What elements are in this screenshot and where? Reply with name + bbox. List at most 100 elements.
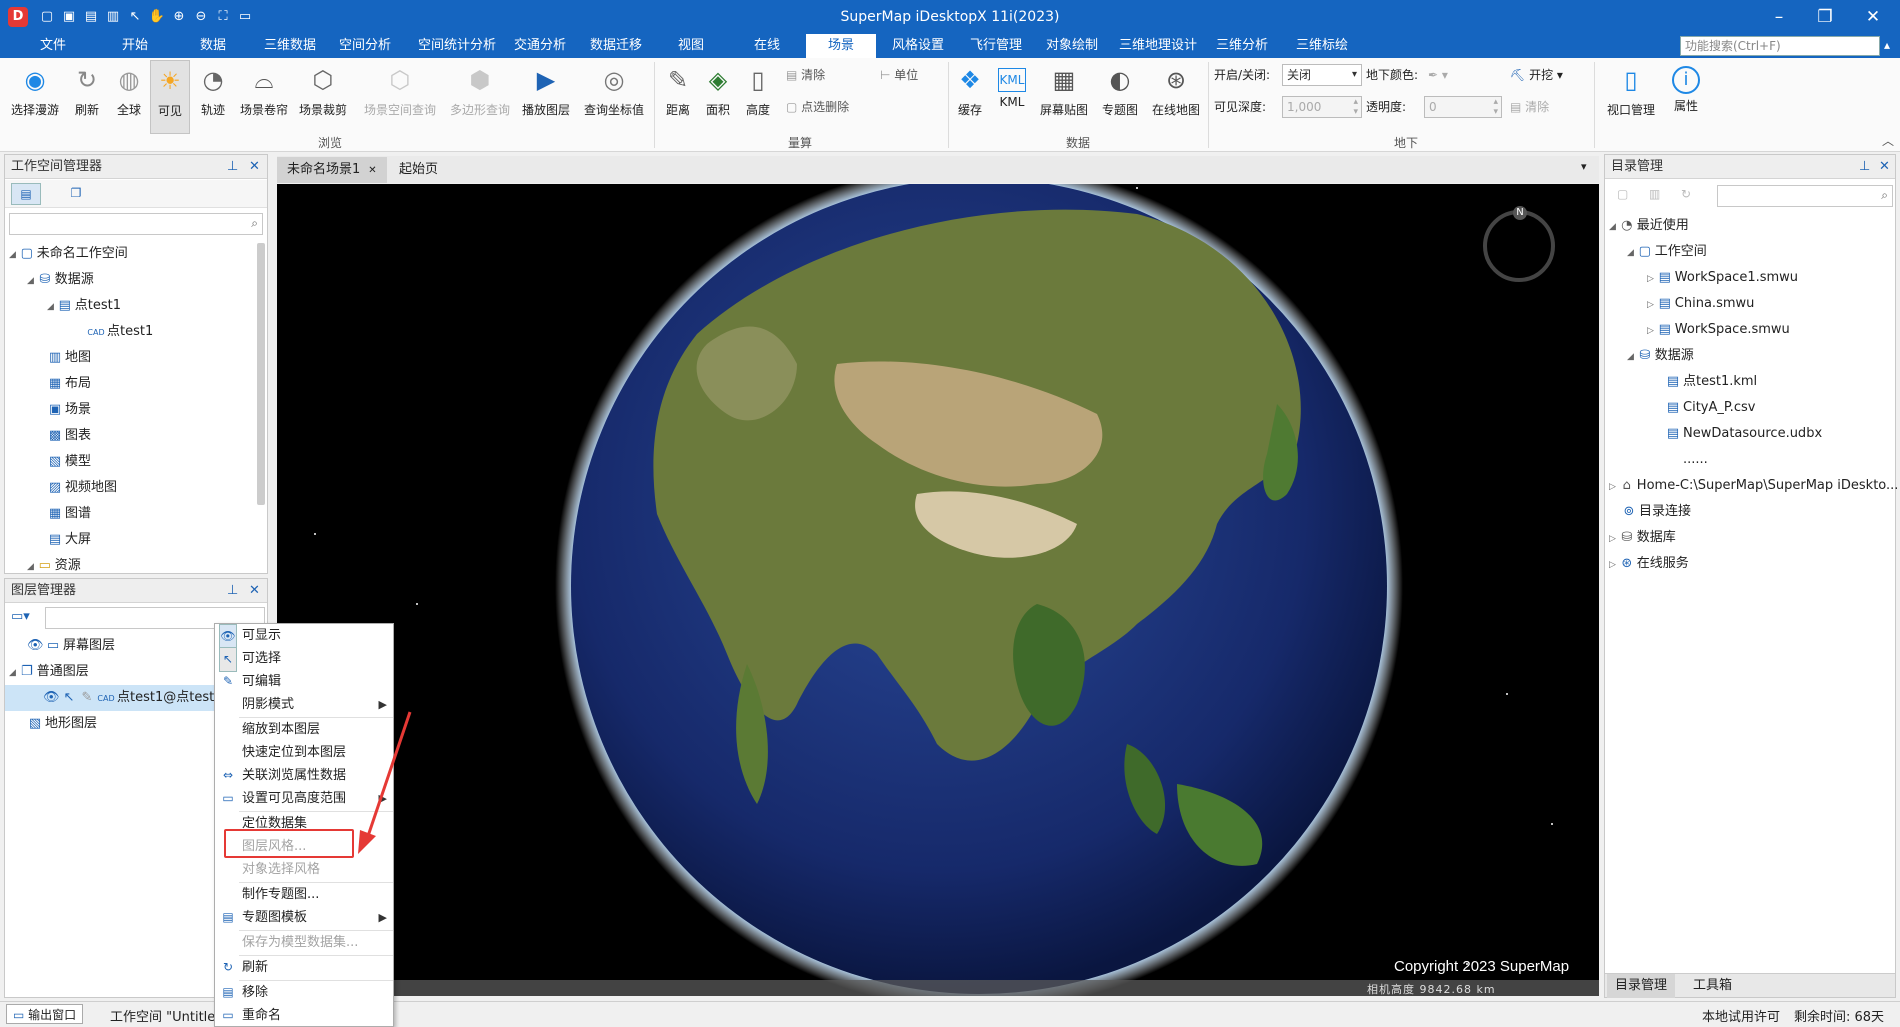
menu-3d-design[interactable]: 三维地理设计 [1114,34,1202,58]
menu-scene[interactable]: 场景 [806,34,876,58]
earth-globe[interactable] [277,184,1599,996]
properties-button[interactable]: i 属性 [1664,60,1708,134]
menu-3d-analysis[interactable]: 三维分析 [1210,34,1274,58]
online-map-button[interactable]: ⊛ 在线地图 [1148,60,1204,134]
menu-item-selection-style[interactable]: 对象选择风格 [215,858,393,881]
tree-china-file[interactable]: ▷ ▤ China.smwu [1609,291,1893,317]
compass[interactable] [1483,210,1555,282]
menu-online[interactable]: 在线 [744,34,790,58]
menu-start[interactable]: 开始 [112,34,158,58]
tree-layouts[interactable]: ▦ 布局 [9,371,255,397]
menu-item-refresh[interactable]: ↻ 刷新 [215,956,393,979]
tree-home[interactable]: ▷ ⌂ Home-C:\SuperMap\SuperMap iDeskto... [1609,473,1898,499]
close-icon[interactable]: ✕ [249,579,260,603]
tree-workspace1-file[interactable]: ▷ ▤ WorkSpace1.smwu [1609,265,1893,291]
measure-clear-button[interactable]: ▤ 清除 [786,66,825,84]
tree-kml-file[interactable]: ▤ 点test1.kml [1609,369,1893,395]
menu-3d-plot[interactable]: 三维标绘 [1290,34,1354,58]
menu-view[interactable]: 视图 [668,34,714,58]
menu-data[interactable]: 数据 [190,34,236,58]
menu-item-thematic-template[interactable]: ▤ 专题图模板 ▶ [215,906,393,929]
track-button[interactable]: ◔ 轨迹 [188,60,238,134]
add-layer-icon[interactable]: ▭▾ [11,609,30,624]
menu-file[interactable]: 文件 [30,34,76,58]
tree-graphs[interactable]: ▦ 图谱 [9,501,255,527]
menu-item-rename[interactable]: ▭ 重命名 [215,1004,393,1027]
scene-clip-button[interactable]: ⬡ 场景裁剪 [295,60,351,134]
tab-scene-untitled[interactable]: 未命名场景1 ✕ [277,157,387,183]
tree-layer-point-test1[interactable]: 👁 ↖ ✎ CAD 点test1@点test1 [5,685,222,711]
menu-item-make-thematic[interactable]: 制作专题图... [215,883,393,906]
menu-traffic[interactable]: 交通分析 [508,34,572,58]
menu-3d-data[interactable]: 三维数据 [258,34,322,58]
tab-toolbox[interactable]: 工具箱 [1685,974,1740,998]
tree-recent[interactable]: ◢ ◔ 最近使用 [1609,213,1893,239]
menu-draw[interactable]: 对象绘制 [1040,34,1104,58]
tree-maps[interactable]: ▥ 地图 [9,345,255,371]
polygon-query-button[interactable]: ⬢ 多边形查询 [444,60,516,134]
tabs-dropdown-icon[interactable]: ▾ [1581,160,1587,173]
close-icon[interactable]: ✕ [1879,155,1890,179]
tab-catalog[interactable]: 目录管理 [1607,974,1676,998]
tree-scenes[interactable]: ▣ 场景 [9,397,255,423]
opacity-spinner[interactable]: 0 ▴ ▾ [1424,96,1502,118]
tree-dataset-cad[interactable]: CAD 点test1 [9,319,255,345]
close-icon[interactable]: ✕ [368,165,376,176]
tree-datasources[interactable]: ◢ ⛁ 数据源 [9,267,255,293]
catalog-delete-icon[interactable]: ▥ [1649,187,1660,201]
menu-item-remove[interactable]: ▤ 移除 [215,981,393,1004]
tree-csv-file[interactable]: ▤ CityA_P.csv [1609,395,1893,421]
dig-button[interactable]: ⛏ 开挖 ▾ [1510,66,1563,84]
point-delete-button[interactable]: ▢ 点选删除 [786,98,849,116]
tree-workspace[interactable]: ◢ ▢ 未命名工作空间 [9,241,255,267]
scene-view[interactable]: N Copyright 2023 SuperMap 相机高度 9842.68 k… [277,184,1599,996]
menu-flight[interactable]: 飞行管理 [964,34,1028,58]
menu-spatial-analysis[interactable]: 空间分析 [333,34,397,58]
tree-recent-workspaces[interactable]: ◢ ▢ 工作空间 [1609,239,1893,265]
catalog-new-icon[interactable]: ▢ [1617,187,1628,201]
tree-dashboards[interactable]: ▤ 大屏 [9,527,255,553]
pin-icon[interactable]: ⊥ [227,155,238,179]
menu-item-visible[interactable]: 👁 可显示 [215,624,393,649]
viewport-manage-button[interactable]: ▯ 视口管理 [1602,60,1660,134]
workspace-view-icon[interactable]: ▤ [11,183,41,205]
menu-spatial-stats[interactable]: 空间统计分析 [409,34,505,58]
unit-button[interactable]: ⊢ 单位 [880,66,918,84]
pin-icon[interactable]: ⊥ [1859,155,1870,179]
scene-swipe-button[interactable]: ⌓ 场景卷帘 [236,60,292,134]
select-roam-button[interactable]: ◉ 选择漫游 [6,60,64,134]
tree-database[interactable]: ▷ ⛁ 数据库 [1609,525,1893,551]
thematic-map-button[interactable]: ◐ 专题图 [1096,60,1144,134]
height-button[interactable]: ▯ 高度 [740,60,776,134]
kml-button[interactable]: KML KML [992,60,1032,134]
tree-datasource-point[interactable]: ◢ ▤ 点test1 [9,293,255,319]
tab-start-page[interactable]: 起始页 [389,157,448,183]
workspace-search-input[interactable]: ⌕ [9,213,263,235]
underground-color-picker[interactable]: ✒ ▾ [1428,66,1448,84]
tree-more[interactable]: ...... [1609,447,1893,473]
function-search-input[interactable]: 功能搜索(Ctrl+F) [1680,36,1880,56]
menu-item-selectable[interactable]: ↖ 可选择 [215,647,393,672]
resource-view-icon[interactable]: ❐ [61,183,91,205]
minimize-button[interactable]: – [1756,0,1802,34]
restore-button[interactable]: ❐ [1802,0,1848,34]
pin-icon[interactable]: ⊥ [227,579,238,603]
play-layer-button[interactable]: ▶ 播放图层 [518,60,574,134]
screen-overlay-button[interactable]: ▦ 屏幕贴图 [1036,60,1092,134]
close-button[interactable]: ✕ [1850,0,1896,34]
area-button[interactable]: ◈ 面积 [700,60,736,134]
scene-space-query-button[interactable]: ⬡ 场景空间查询 [358,60,442,134]
menu-item-save-model[interactable]: 保存为模型数据集... [215,931,393,954]
menu-data-migration[interactable]: 数据迁移 [584,34,648,58]
tree-recent-datasources[interactable]: ◢ ⛁ 数据源 [1609,343,1893,369]
menu-item-editable[interactable]: ✎ 可编辑 [215,670,393,693]
distance-button[interactable]: ✎ 距离 [660,60,696,134]
tree-catalog-connection[interactable]: ⊚ 目录连接 [1609,499,1893,525]
depth-spinner[interactable]: 1,000 ▴ ▾ [1282,96,1362,118]
tree-udbx-file[interactable]: ▤ NewDatasource.udbx [1609,421,1893,447]
workspace-scrollbar[interactable] [257,243,265,505]
tree-online-service[interactable]: ▷ ⊛ 在线服务 [1609,551,1893,577]
tree-models[interactable]: ▧ 模型 [9,449,255,475]
ribbon-collapse-icon[interactable]: ︿ [1882,132,1894,149]
tree-charts[interactable]: ▩ 图表 [9,423,255,449]
